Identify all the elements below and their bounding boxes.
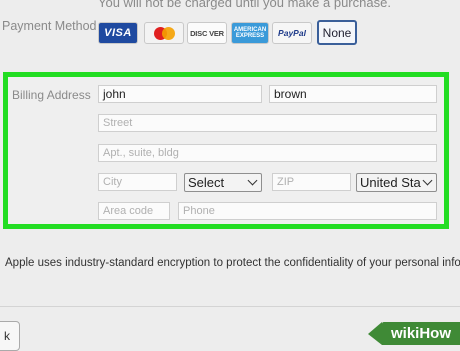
first-name-input[interactable]: john [98, 85, 262, 103]
street-input[interactable]: Street [98, 114, 437, 132]
payment-method-label: Payment Method [2, 19, 97, 33]
purchase-notice: You will not be charged until you make a… [98, 0, 391, 10]
discover-card-button[interactable]: DISC VER [187, 22, 227, 44]
visa-logo: VISA [104, 27, 132, 39]
paypal-logo: PayPal [278, 28, 306, 38]
city-input[interactable]: City [98, 173, 177, 191]
apt-suite-input[interactable]: Apt., suite, bldg [98, 144, 437, 162]
amex-logo: AMERICAN EXPRESS [233, 27, 267, 39]
chevron-down-icon [247, 175, 258, 186]
phone-input[interactable]: Phone [178, 202, 437, 220]
zip-input[interactable]: ZIP [272, 173, 351, 191]
wikihow-watermark: wikiHow [382, 322, 460, 345]
footer-divider [0, 306, 460, 307]
encryption-notice: Apple uses industry-standard encryption … [5, 257, 460, 269]
last-name-input[interactable]: brown [269, 85, 437, 103]
watermark-tail [368, 322, 382, 345]
none-payment-button[interactable]: None [317, 20, 357, 45]
chevron-down-icon [422, 175, 433, 186]
visa-card-button[interactable]: VISA [98, 22, 138, 44]
billing-address-label: Billing Address [12, 88, 91, 102]
state-select[interactable]: Select [184, 173, 262, 192]
paypal-card-button[interactable]: PayPal [272, 22, 312, 44]
country-select[interactable]: United Sta [356, 173, 437, 192]
amex-card-button[interactable]: AMERICAN EXPRESS [231, 22, 269, 44]
area-code-input[interactable]: Area code [98, 202, 170, 220]
state-select-value: Select [188, 175, 225, 190]
back-button[interactable]: k [0, 321, 20, 351]
mastercard-card-button[interactable] [144, 22, 184, 44]
country-select-value: United Sta [360, 175, 421, 190]
discover-logo: DISC VER [190, 28, 224, 38]
